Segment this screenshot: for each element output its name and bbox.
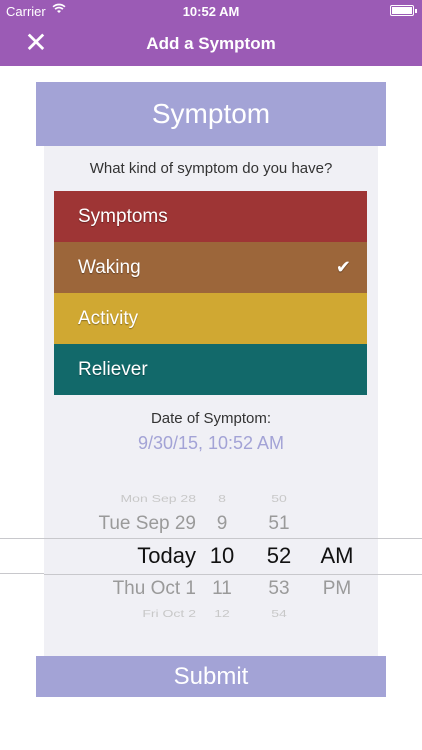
picker-day-item: Tue Sep 29: [98, 513, 196, 534]
symptom-question: What kind of symptom do you have?: [89, 160, 333, 177]
picker-day-item: Thu Oct 1: [112, 578, 196, 599]
picker-day-selected: Today: [137, 543, 196, 568]
page-title: Add a Symptom: [146, 34, 276, 53]
option-label: Activity: [78, 308, 139, 329]
picker-ampm-item: PM: [322, 578, 352, 599]
status-time: 10:52 AM: [182, 4, 240, 19]
battery-icon: [390, 5, 417, 16]
option-label: Symptoms: [78, 206, 168, 227]
date-value[interactable]: 9/30/15, 10:52 AM: [44, 433, 378, 454]
nav-bar: ✕ Add a Symptom: [0, 22, 422, 66]
picker-hour-item: 12: [214, 607, 230, 619]
submit-button[interactable]: Submit: [36, 656, 386, 697]
date-picker[interactable]: Mon Sep 28 Tue Sep 29 Today Thu Oct 1 Fr…: [0, 480, 422, 630]
option-label: Waking: [78, 257, 141, 278]
option-label: Reliever: [78, 359, 148, 380]
status-bar: Carrier 10:52 AM: [0, 0, 422, 22]
picker-ampm-selected: AM: [320, 543, 354, 568]
picker-hour-item: 11: [212, 578, 232, 599]
date-label: Date of Symptom:: [150, 410, 272, 427]
picker-day-item: Mon Sep 28: [120, 492, 197, 504]
picker-hour-column[interactable]: 8 9 10 11 12: [200, 480, 244, 630]
option-reliever[interactable]: Reliever: [54, 344, 367, 395]
picker-ampm-column[interactable]: AM PM: [312, 480, 362, 630]
picker-day-item: Fri Oct 2: [142, 607, 196, 619]
option-symptoms[interactable]: Symptoms: [54, 191, 367, 242]
picker-minute-item: 51: [268, 513, 290, 534]
picker-minute-item: 50: [271, 492, 287, 504]
option-waking[interactable]: Waking ✔: [54, 242, 367, 293]
picker-hour-item: 9: [216, 513, 228, 534]
picker-hour-item: 8: [218, 492, 226, 504]
form-header: Symptom: [36, 82, 386, 146]
picker-minute-item: 53: [268, 578, 290, 599]
picker-minute-column[interactable]: 50 51 52 53 54: [256, 480, 302, 630]
checkmark-icon: ✔: [335, 257, 351, 277]
picker-minute-item: 54: [271, 607, 287, 619]
picker-selection-edge: [0, 538, 44, 574]
option-activity[interactable]: Activity: [54, 293, 367, 344]
picker-minute-selected: 52: [266, 543, 292, 568]
picker-hour-selected: 10: [209, 543, 235, 568]
picker-day-column[interactable]: Mon Sep 28 Tue Sep 29 Today Thu Oct 1 Fr…: [66, 480, 196, 630]
symptom-type-list: Symptoms Waking ✔ Activity Reliever: [54, 191, 367, 395]
